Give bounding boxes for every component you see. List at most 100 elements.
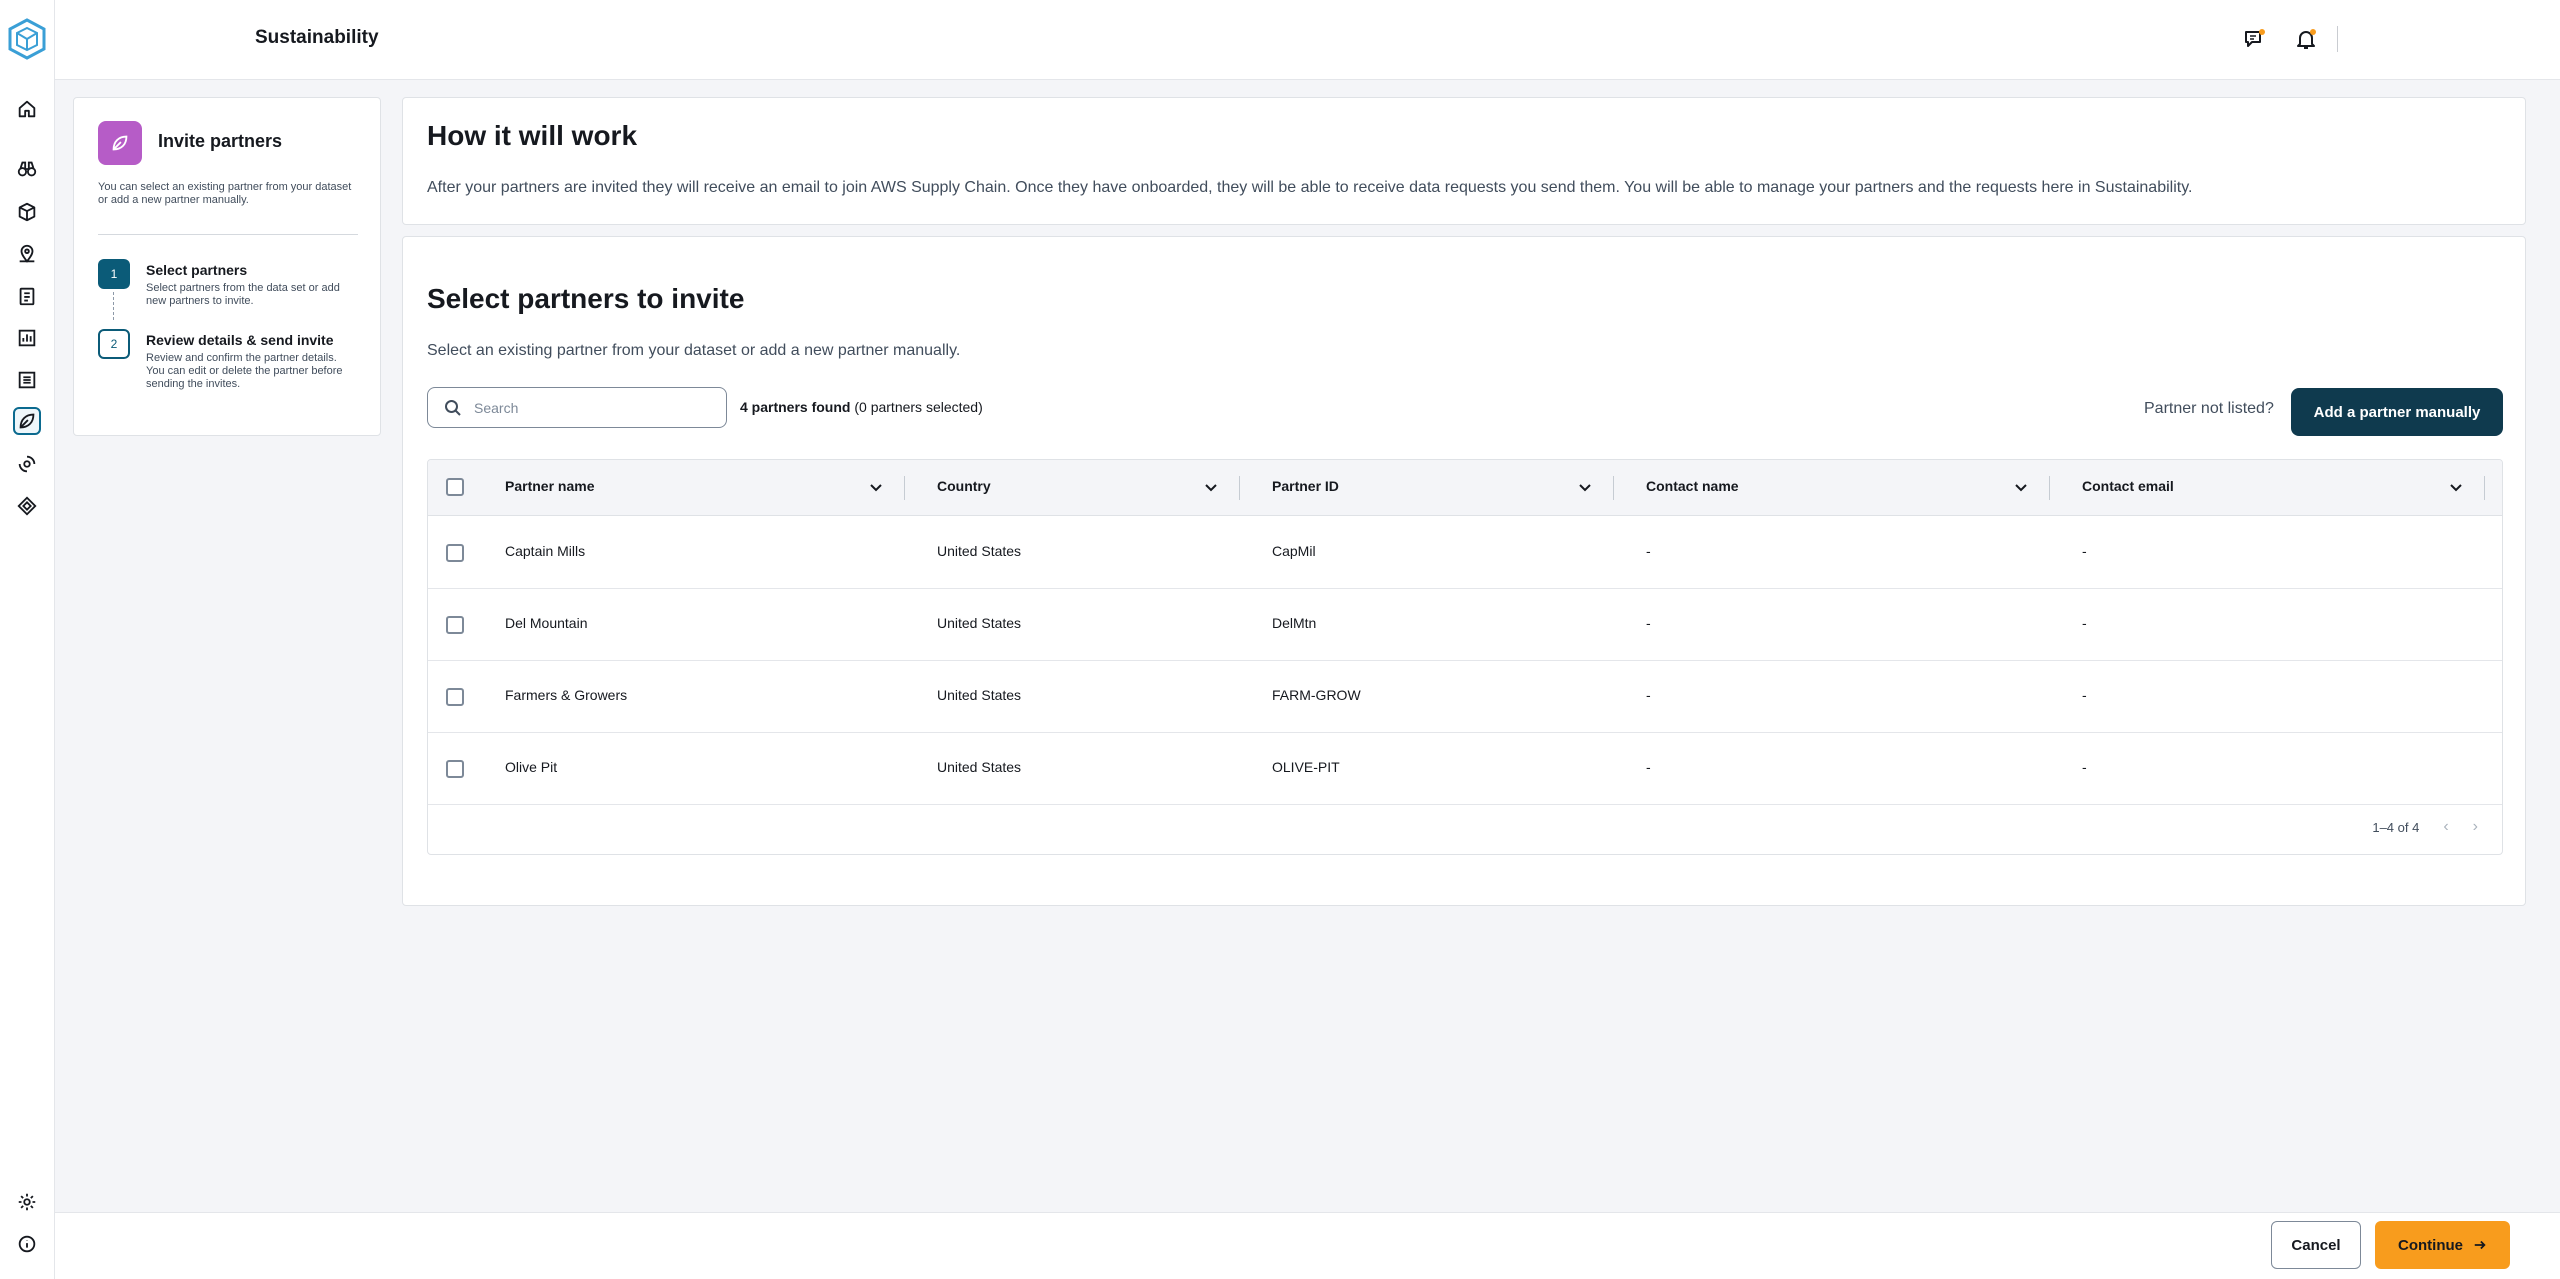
cell-partner-id: OLIVE-PIT xyxy=(1272,759,1340,775)
left-rail xyxy=(0,0,55,1279)
chevron-right-icon[interactable]: › xyxy=(2473,818,2478,836)
cell-partner-id: FARM-GROW xyxy=(1272,687,1361,703)
column-divider[interactable] xyxy=(1239,476,1240,500)
cell-partner-name: Del Mountain xyxy=(505,615,588,631)
wizard-description: You can select an existing partner from … xyxy=(98,181,352,206)
select-partners-subtitle: Select an existing partner from your dat… xyxy=(427,342,961,359)
cell-partner-id: DelMtn xyxy=(1272,615,1317,631)
gear-flow-icon[interactable] xyxy=(13,450,41,478)
continue-button[interactable]: Continue xyxy=(2375,1221,2510,1269)
cell-partner-id: CapMil xyxy=(1272,543,1316,559)
leaf-icon[interactable] xyxy=(13,407,41,435)
column-header-partner-name[interactable]: Partner name xyxy=(505,478,594,494)
page-title: Sustainability xyxy=(255,27,379,48)
how-it-works-card: How it will work After your partners are… xyxy=(402,97,2526,225)
select-partners-card: Select partners to invite Select an exis… xyxy=(402,236,2526,906)
cell-country: United States xyxy=(937,687,1022,703)
column-header-contact-name[interactable]: Contact name xyxy=(1646,478,1739,494)
table-header: Partner name Country Partner ID Contact … xyxy=(428,460,2502,516)
column-divider[interactable] xyxy=(2049,476,2050,500)
row-checkbox[interactable] xyxy=(446,760,464,778)
chevron-down-icon[interactable] xyxy=(2013,479,2029,495)
app-logo-icon[interactable] xyxy=(6,17,48,61)
chevron-down-icon[interactable] xyxy=(2448,479,2464,495)
cell-country: United States xyxy=(937,543,1022,559)
row-checkbox[interactable] xyxy=(446,544,464,562)
table-row[interactable]: Del Mountain United States DelMtn - - xyxy=(428,589,2502,661)
partner-not-listed-label: Partner not listed? xyxy=(2144,400,2274,417)
wizard-title: Invite partners xyxy=(158,131,283,151)
chevron-down-icon[interactable] xyxy=(1203,479,1219,495)
step-number: 1 xyxy=(98,259,130,289)
step-connector xyxy=(113,292,114,320)
column-divider[interactable] xyxy=(1613,476,1614,500)
row-checkbox[interactable] xyxy=(446,688,464,706)
cell-contact-name: - xyxy=(1646,615,1651,631)
wizard-panel: Invite partners You can select an existi… xyxy=(73,97,381,436)
cell-contact-email: - xyxy=(2082,615,2087,631)
table-row[interactable]: Farmers & Growers United States FARM-GRO… xyxy=(428,661,2502,733)
partners-found-count: 4 partners found (0 partners selected) xyxy=(740,399,983,415)
column-header-partner-id[interactable]: Partner ID xyxy=(1272,478,1339,494)
cell-partner-name: Farmers & Growers xyxy=(505,687,628,703)
how-it-works-title: How it will work xyxy=(427,120,638,151)
arrow-right-icon xyxy=(2474,1240,2486,1250)
notification-bell-icon[interactable] xyxy=(2293,26,2319,52)
table-row[interactable]: Captain Mills United States CapMil - - xyxy=(428,517,2502,589)
info-icon[interactable] xyxy=(13,1230,41,1258)
selected-count: (0 partners selected) xyxy=(850,399,983,415)
cancel-button[interactable]: Cancel xyxy=(2271,1221,2361,1269)
step-title: Select partners xyxy=(146,262,248,278)
step-description: Select partners from the data set or add… xyxy=(146,282,340,307)
column-header-contact-email[interactable]: Contact email xyxy=(2082,478,2174,494)
select-partners-title: Select partners to invite xyxy=(427,283,745,314)
cell-partner-name: Captain Mills xyxy=(505,543,586,559)
cell-contact-email: - xyxy=(2082,543,2087,559)
diamond-icon[interactable] xyxy=(13,492,41,520)
cell-contact-name: - xyxy=(1646,543,1651,559)
cell-contact-email: - xyxy=(2082,759,2087,775)
home-icon[interactable] xyxy=(13,95,41,123)
table-row[interactable]: Olive Pit United States OLIVE-PIT - - xyxy=(428,733,2502,805)
column-divider[interactable] xyxy=(2484,476,2485,500)
select-all-checkbox[interactable] xyxy=(446,478,464,496)
cell-contact-name: - xyxy=(1646,759,1651,775)
pagination: 1–4 of 4 ‹ › xyxy=(2372,818,2478,836)
chevron-left-icon[interactable]: ‹ xyxy=(2443,818,2448,836)
list-icon[interactable] xyxy=(13,366,41,394)
step-title: Review details & send invite xyxy=(146,332,334,348)
how-it-works-text: After your partners are invited they wil… xyxy=(427,179,2193,196)
search-box[interactable] xyxy=(427,387,727,428)
binoculars-icon[interactable] xyxy=(13,155,41,183)
pagination-range: 1–4 of 4 xyxy=(2372,819,2420,835)
footer-bar xyxy=(55,1212,2560,1279)
cell-partner-name: Olive Pit xyxy=(505,759,558,775)
cell-country: United States xyxy=(937,615,1022,631)
column-divider[interactable] xyxy=(904,476,905,500)
chevron-down-icon[interactable] xyxy=(1577,479,1593,495)
partners-table: Partner name Country Partner ID Contact … xyxy=(427,459,2503,855)
search-icon xyxy=(445,400,461,416)
cell-contact-name: - xyxy=(1646,687,1651,703)
wizard-divider xyxy=(98,234,358,235)
chart-icon[interactable] xyxy=(13,324,41,352)
row-checkbox[interactable] xyxy=(446,616,464,634)
settings-icon[interactable] xyxy=(13,1188,41,1216)
clipboard-icon[interactable] xyxy=(13,282,41,310)
continue-label: Continue xyxy=(2398,1236,2463,1254)
chat-icon[interactable] xyxy=(2242,26,2268,52)
step-description: Review and confirm the partner details. … xyxy=(146,352,343,390)
column-header-country[interactable]: Country xyxy=(937,478,991,494)
box-icon[interactable] xyxy=(13,198,41,226)
header-divider xyxy=(2337,26,2338,52)
found-count: 4 partners found xyxy=(740,399,851,415)
leaf-icon xyxy=(98,121,142,165)
top-header: Sustainability xyxy=(55,0,2560,80)
map-pin-icon[interactable] xyxy=(13,240,41,268)
cell-country: United States xyxy=(937,759,1022,775)
search-input[interactable] xyxy=(474,398,714,418)
chevron-down-icon[interactable] xyxy=(868,479,884,495)
cell-contact-email: - xyxy=(2082,687,2087,703)
add-partner-manually-button[interactable]: Add a partner manually xyxy=(2291,388,2503,436)
step-number: 2 xyxy=(98,329,130,359)
